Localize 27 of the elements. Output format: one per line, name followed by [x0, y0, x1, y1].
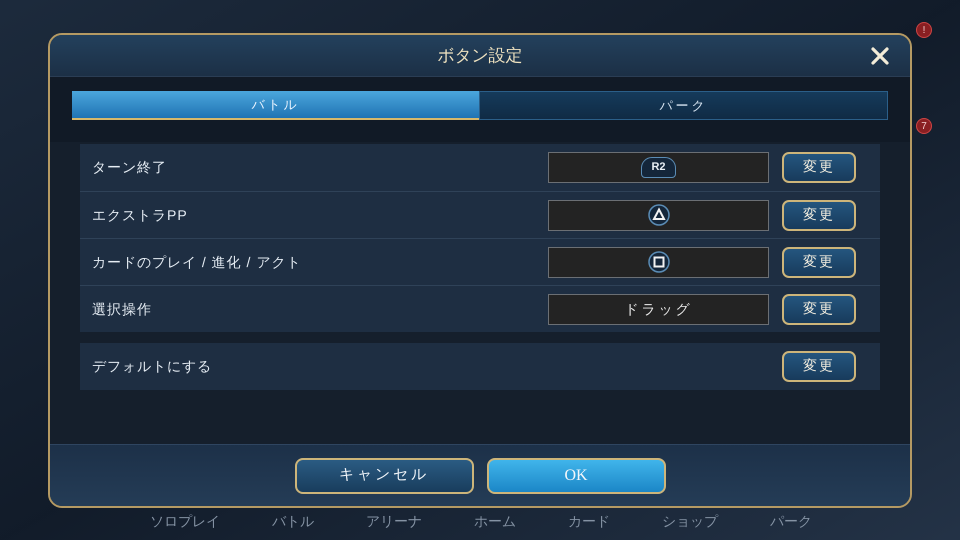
- bottom-nav-tab[interactable]: カード: [568, 512, 610, 530]
- cancel-button[interactable]: キャンセル: [294, 458, 474, 494]
- bottom-nav-tab[interactable]: パーク: [770, 512, 812, 530]
- change-button[interactable]: 変更: [782, 294, 856, 324]
- change-button[interactable]: 変更: [782, 152, 856, 183]
- bottom-nav-tab[interactable]: アリーナ: [366, 512, 422, 530]
- bottom-nav-tab[interactable]: ホーム: [474, 512, 516, 530]
- bottom-nav-tab[interactable]: ソロプレイ: [150, 512, 220, 530]
- change-button[interactable]: 変更: [782, 351, 856, 382]
- ok-button[interactable]: OK: [486, 458, 666, 494]
- tab[interactable]: バトル: [72, 91, 479, 120]
- setting-label: ターン終了: [92, 158, 168, 177]
- r2-button-glyph: R2: [641, 157, 676, 178]
- setting-label: 選択操作: [92, 300, 153, 318]
- dialog-title: ボタン設定: [438, 44, 522, 67]
- triangle-button-icon: [648, 204, 670, 226]
- square-button-icon: [648, 251, 670, 273]
- setting-label: カードのプレイ / 進化 / アクト: [92, 252, 302, 272]
- binding-value: ドラッグ: [624, 300, 692, 318]
- setting-label: デフォルトにする: [92, 357, 212, 376]
- close-icon: [870, 46, 890, 66]
- change-button[interactable]: 変更: [782, 200, 856, 230]
- setting-label: エクストラPP: [92, 206, 189, 224]
- bottom-nav-tab[interactable]: ショップ: [662, 512, 718, 530]
- tab[interactable]: パーク: [479, 91, 888, 120]
- change-button[interactable]: 変更: [782, 246, 856, 278]
- bottom-nav-tab[interactable]: バトル: [272, 512, 314, 530]
